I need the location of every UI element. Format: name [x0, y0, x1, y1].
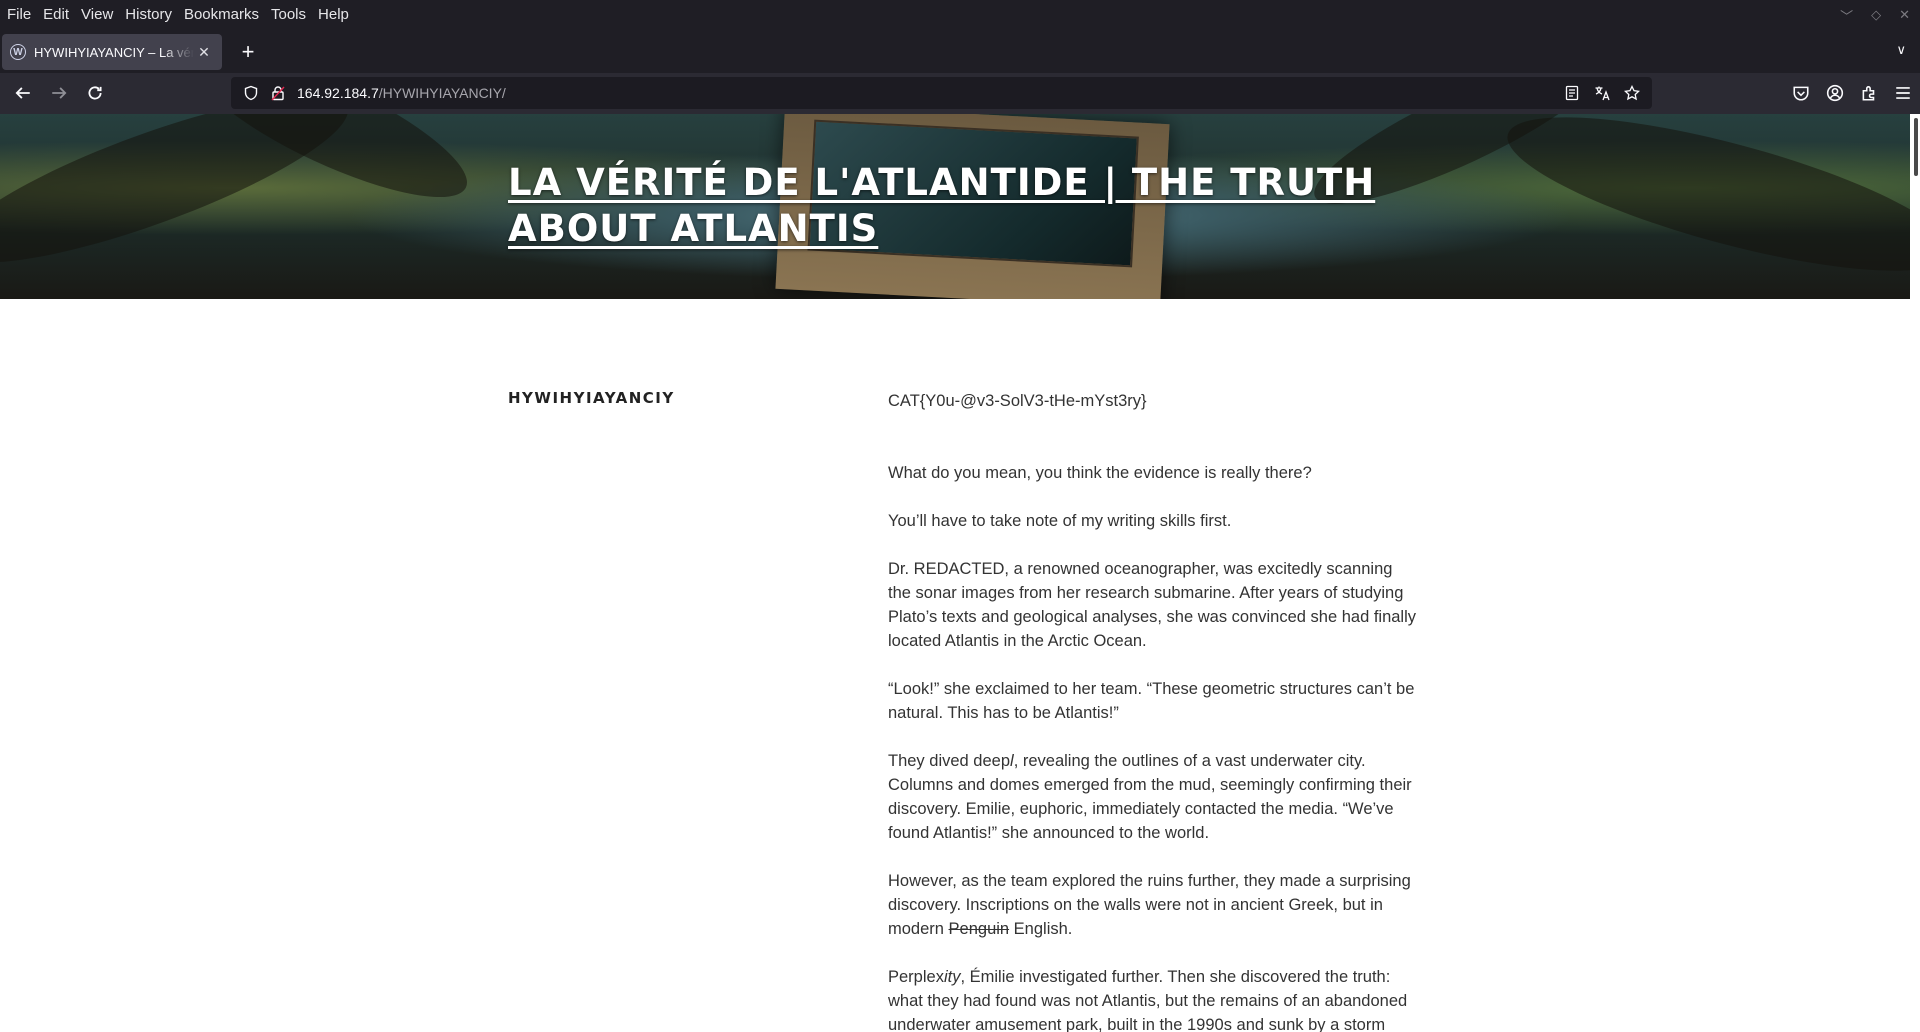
- italic-text: ity: [943, 968, 961, 986]
- translate-icon[interactable]: [1594, 85, 1610, 101]
- tab-title: HYWIHYIAYANCIY – La vérité de l'Atlantid…: [34, 44, 194, 60]
- menu-file[interactable]: File: [0, 0, 37, 30]
- paragraph-text: English.: [1009, 920, 1073, 938]
- header-banner-image: LA VÉRITÉ DE L'ATLANTIDE | THE TRUTH ABO…: [0, 114, 1920, 299]
- tab-strip: W HYWIHYIAYANCIY – La vérité de l'Atlant…: [0, 30, 1920, 73]
- bookmark-star-icon[interactable]: [1624, 85, 1640, 101]
- paragraph: Dr. REDACTED, a renowned oceanographer, …: [888, 560, 1417, 650]
- menu-history[interactable]: History: [119, 0, 178, 30]
- url-host: 164.92.184.7: [297, 85, 379, 101]
- new-tab-button[interactable]: +: [234, 38, 262, 66]
- paragraph: Perplexity, Émilie investigated further.…: [888, 965, 1418, 1032]
- address-bar[interactable]: 164.92.184.7/HYWIHYIAYANCIY/: [231, 77, 1652, 109]
- menu-view[interactable]: View: [75, 0, 119, 30]
- url-path: /HYWIHYIAYANCIY/: [378, 85, 506, 101]
- paragraph-text: They dived deep: [888, 752, 1011, 770]
- close-tab-icon[interactable]: ✕: [194, 44, 214, 61]
- forward-button[interactable]: [45, 79, 73, 107]
- minimize-icon[interactable]: ﹀: [1840, 6, 1853, 25]
- account-icon[interactable]: [1826, 84, 1844, 102]
- forward-arrow-icon: [52, 87, 67, 99]
- window-controls: ﹀ ◇ ✕: [1840, 0, 1910, 30]
- reload-icon: [88, 86, 102, 100]
- reader-view-icon[interactable]: [1564, 85, 1580, 101]
- paragraph: What do you mean, you think the evidence…: [888, 464, 1312, 482]
- back-button[interactable]: [9, 79, 37, 107]
- menu-edit[interactable]: Edit: [37, 0, 75, 30]
- post-content: CAT{Y0u-@v3-SolV3-tHe-mYst3ry} What do y…: [888, 389, 1418, 1032]
- restore-icon[interactable]: ◇: [1871, 7, 1881, 23]
- banner-tree-root: [1494, 114, 1920, 299]
- strikethrough-text: Penguin: [948, 920, 1010, 938]
- page-scrollbar[interactable]: [1910, 114, 1920, 1032]
- menu-help[interactable]: Help: [312, 0, 355, 30]
- pocket-icon[interactable]: [1792, 84, 1810, 102]
- insecure-lock-icon[interactable]: [271, 85, 285, 101]
- site-title-link[interactable]: LA VÉRITÉ DE L'ATLANTIDE | THE TRUTH ABO…: [508, 160, 1408, 252]
- post-title: HYWIHYIAYANCIY: [508, 389, 675, 407]
- flag-text: CAT{Y0u-@v3-SolV3-tHe-mYst3ry}: [888, 392, 1147, 410]
- navigation-bar: 164.92.184.7/HYWIHYIAYANCIY/: [0, 73, 1920, 114]
- paragraph: However, as the team explored the ruins …: [888, 869, 1418, 941]
- paragraph: “Look!” she exclaimed to her team. “Thes…: [888, 680, 1415, 722]
- menu-bookmarks[interactable]: Bookmarks: [178, 0, 265, 30]
- tracking-protection-shield-icon[interactable]: [243, 85, 259, 101]
- browser-tab[interactable]: W HYWIHYIAYANCIY – La vérité de l'Atlant…: [2, 34, 222, 70]
- paragraph-text: Perplex: [888, 968, 944, 986]
- close-window-icon[interactable]: ✕: [1899, 7, 1910, 23]
- menu-tools[interactable]: Tools: [265, 0, 312, 30]
- extensions-icon[interactable]: [1860, 84, 1878, 102]
- menu-bar: File Edit View History Bookmarks Tools H…: [0, 0, 1920, 30]
- url-text[interactable]: 164.92.184.7/HYWIHYIAYANCIY/: [297, 85, 506, 101]
- paragraph: You’ll have to take note of my writing s…: [888, 512, 1232, 530]
- wordpress-icon: W: [10, 44, 26, 60]
- paragraph: They dived deepl, revealing the outlines…: [888, 749, 1418, 845]
- web-page: LA VÉRITÉ DE L'ATLANTIDE | THE TRUTH ABO…: [0, 114, 1920, 1032]
- back-arrow-icon: [15, 87, 30, 99]
- scrollbar-thumb[interactable]: [1914, 118, 1918, 176]
- paragraph-text: , Émilie investigated further. Then she …: [888, 968, 1408, 1032]
- hamburger-menu-icon[interactable]: [1894, 84, 1912, 102]
- reload-button[interactable]: [81, 79, 109, 107]
- list-all-tabs-icon[interactable]: ∨: [1896, 42, 1906, 58]
